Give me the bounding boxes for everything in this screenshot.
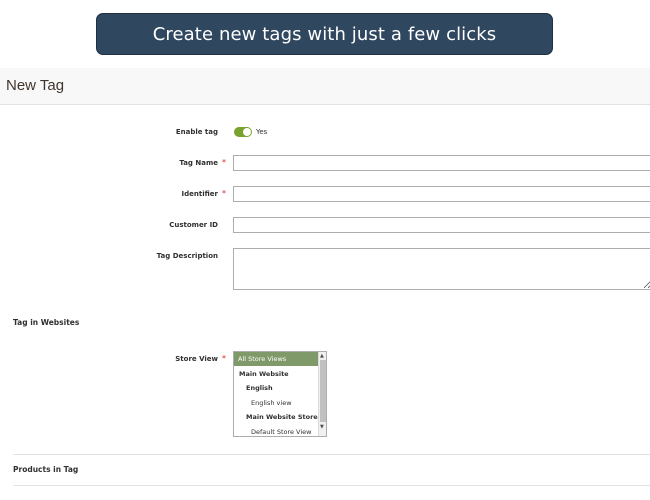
store-view-option[interactable]: Main Website Store bbox=[234, 410, 319, 424]
tag-description-textarea[interactable] bbox=[233, 248, 650, 290]
tag-name-input[interactable] bbox=[233, 155, 650, 171]
scroll-up-icon[interactable]: ▲ bbox=[320, 353, 324, 359]
store-view-option[interactable]: English view bbox=[234, 396, 319, 410]
scroll-down-icon[interactable]: ▼ bbox=[320, 424, 324, 430]
promo-banner: Create new tags with just a few clicks bbox=[96, 13, 553, 55]
products-section-title: Products in Tag bbox=[13, 465, 79, 474]
enable-tag-label: Enable tag bbox=[175, 128, 218, 136]
section-divider bbox=[13, 485, 650, 486]
store-view-multiselect[interactable]: All Store Views Main Website English Eng… bbox=[233, 351, 327, 437]
identifier-input[interactable] bbox=[233, 186, 650, 202]
identifier-label: Identifier bbox=[181, 190, 218, 198]
store-view-scrollbar[interactable]: ▲ ▼ bbox=[318, 352, 326, 436]
toggle-knob bbox=[243, 128, 251, 136]
customer-id-input[interactable] bbox=[233, 217, 650, 233]
store-view-option[interactable]: English bbox=[234, 381, 319, 395]
page-header: New Tag bbox=[0, 68, 650, 105]
scroll-thumb[interactable] bbox=[320, 360, 326, 422]
store-view-option[interactable]: All Store Views bbox=[234, 352, 319, 366]
section-divider bbox=[13, 454, 650, 455]
websites-section-title: Tag in Websites bbox=[13, 318, 80, 327]
tag-name-required-marker: * bbox=[222, 158, 226, 167]
enable-tag-toggle[interactable] bbox=[234, 127, 252, 137]
enable-tag-value: Yes bbox=[256, 128, 268, 136]
promo-banner-text: Create new tags with just a few clicks bbox=[152, 23, 497, 45]
customer-id-label: Customer ID bbox=[169, 221, 218, 229]
tag-name-label: Tag Name bbox=[179, 159, 218, 167]
tag-description-label: Tag Description bbox=[156, 252, 218, 260]
store-view-label: Store View bbox=[175, 355, 218, 363]
page-title: New Tag bbox=[6, 77, 65, 94]
store-view-option[interactable]: Default Store View bbox=[234, 425, 319, 436]
store-view-option[interactable]: Main Website bbox=[234, 367, 319, 381]
identifier-required-marker: * bbox=[222, 189, 226, 198]
store-view-required-marker: * bbox=[222, 354, 226, 363]
